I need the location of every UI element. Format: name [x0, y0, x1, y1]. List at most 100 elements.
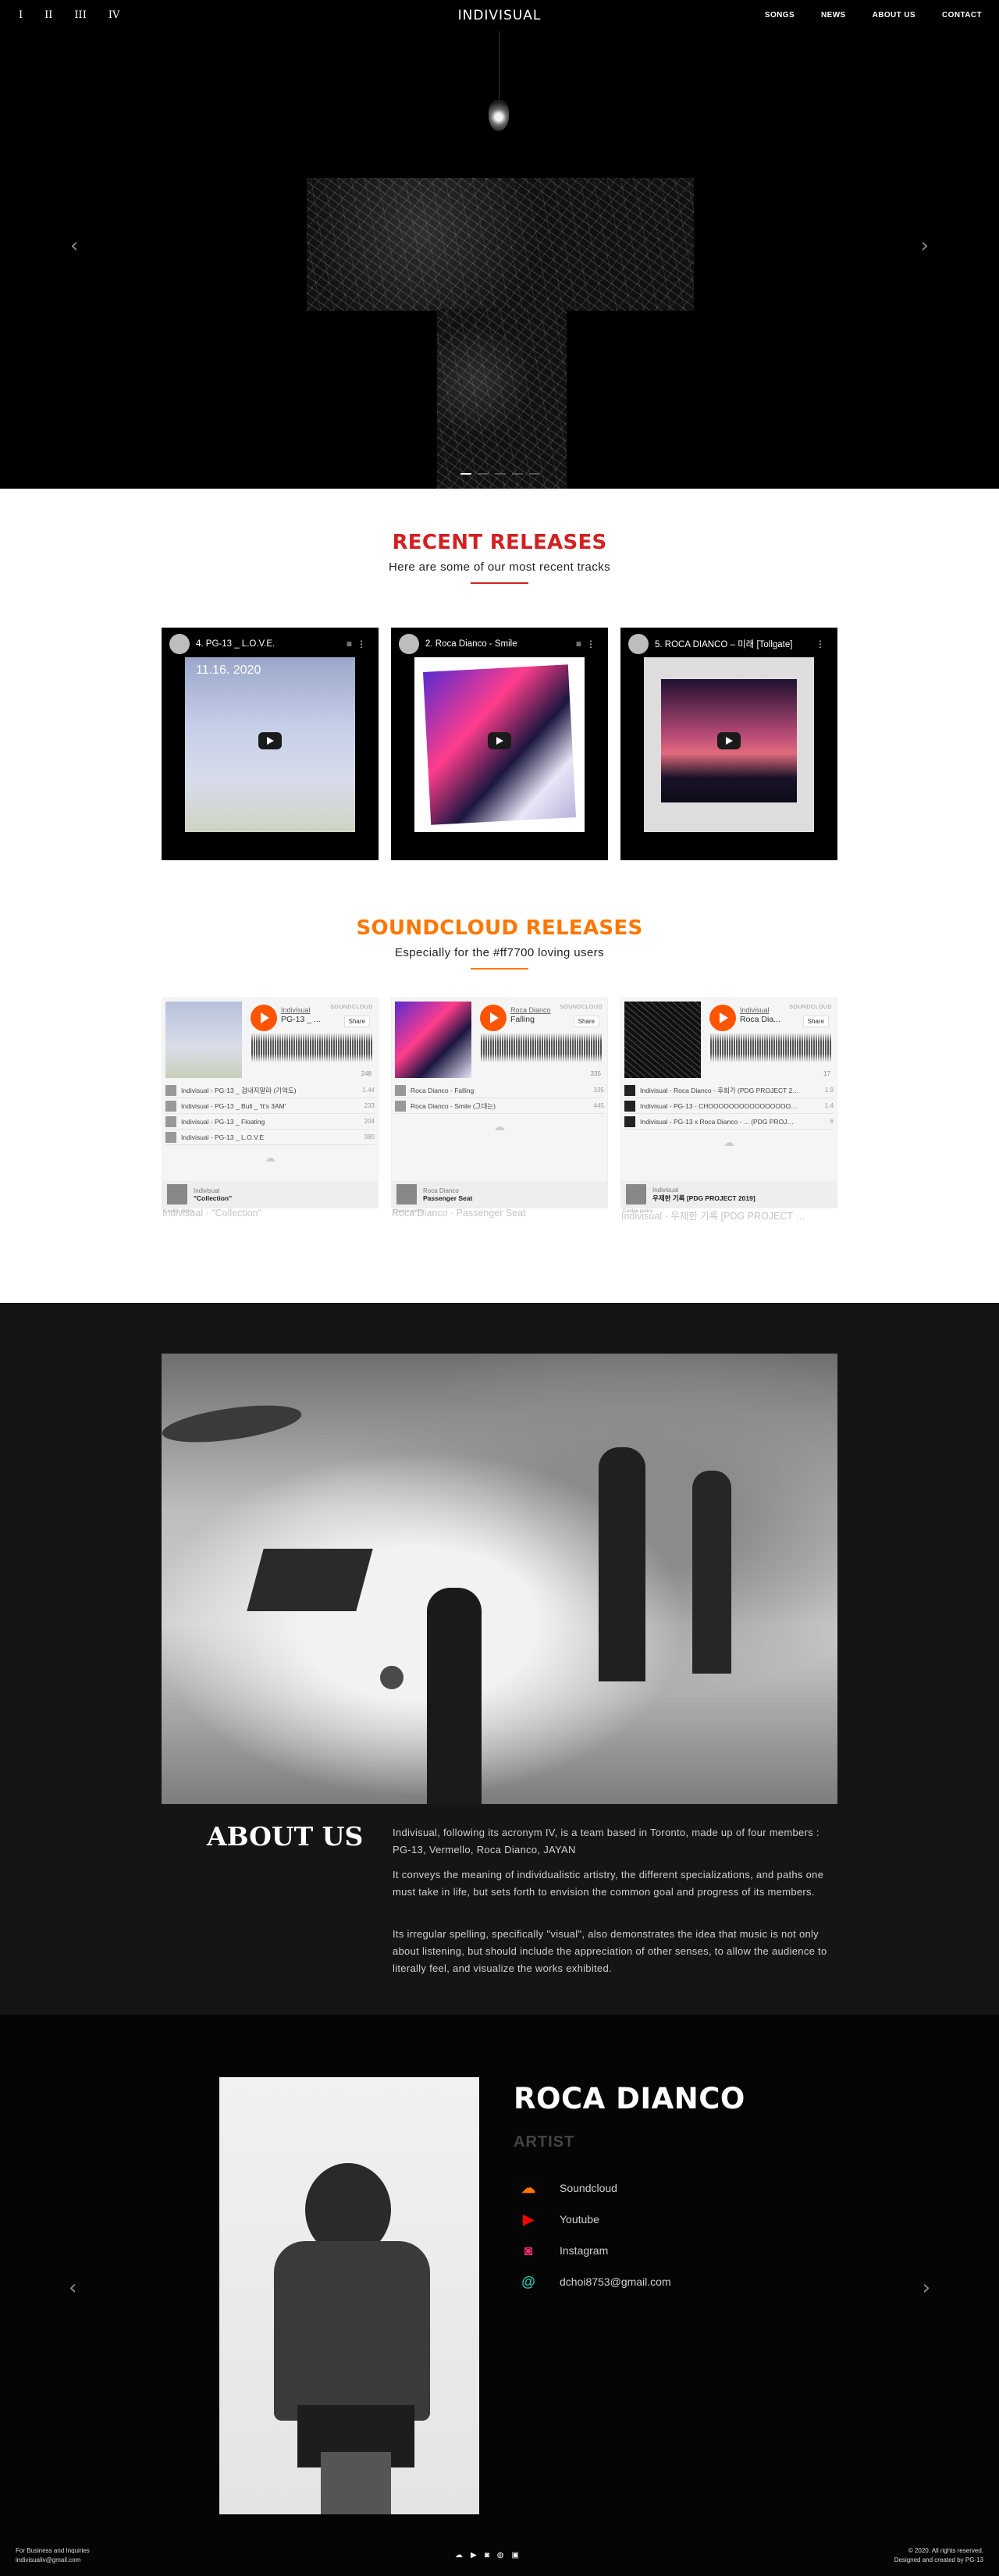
artist-section: ‹ › ROCA DIANCO ARTIST ☁ Soundcloud ▶ Yo…	[0, 2015, 999, 2576]
sc-footer: Indivisual 우제한 기록 [PDG PROJECT 2019]	[621, 1181, 837, 1208]
sc-track-title[interactable]: Roca Dia...	[740, 1015, 796, 1024]
sc-track-title[interactable]: PG-13 _ ...	[281, 1015, 337, 1024]
slider-dot[interactable]	[495, 473, 506, 475]
list-item[interactable]: Indivisual - PG-13 _ Bull _ 'It's 3AM' 23…	[165, 1098, 375, 1114]
track-list: Roca Dianco - Falling 335 Roca Dianco - S…	[395, 1083, 604, 1114]
list-item[interactable]: Indivisual - PG-13 - CHOOOOOOOOOOOOOOOOO…	[624, 1098, 834, 1114]
channel-avatar[interactable]	[399, 634, 419, 654]
globe-icon[interactable]: ◍	[497, 2551, 504, 2560]
footer-album[interactable]: Passenger Seat	[423, 1194, 472, 1202]
waveform[interactable]	[251, 1033, 373, 1062]
waveform[interactable]	[481, 1033, 603, 1062]
channel-avatar[interactable]	[628, 634, 649, 654]
artist-name: ROCA DIANCO	[514, 2082, 745, 2115]
sc-artist[interactable]: Indivisual	[281, 1006, 311, 1014]
youtube-icon: ▶	[523, 2211, 534, 2227]
link-label: Soundcloud	[560, 2182, 617, 2194]
playlist-menu-icon[interactable]: ≡⋮	[347, 639, 371, 649]
channel-avatar[interactable]	[169, 634, 190, 654]
nav-contact[interactable]: CONTACT	[942, 11, 982, 20]
credits-text: Designed and created by PG-13	[894, 2556, 983, 2564]
instagram-icon[interactable]: ◙	[485, 2551, 489, 2560]
footer-artist[interactable]: Indivisual	[652, 1187, 755, 1194]
play-button-icon[interactable]	[258, 732, 282, 749]
cloud-icon: ☁	[265, 1151, 276, 1164]
footer-album[interactable]: 우제한 기록 [PDG PROJECT 2019]	[652, 1194, 755, 1203]
studio-photo	[162, 1354, 837, 1804]
soundcloud-icon[interactable]: ☁	[455, 2551, 463, 2560]
soundcloud-player[interactable]: Indivisual Roca Dia... SOUNDCLOUD Share …	[620, 998, 837, 1222]
youtube-video-card[interactable]: 2. Roca Dianco - Smile ≡⋮	[391, 628, 608, 860]
playlist-menu-icon[interactable]: ≡⋮	[576, 639, 600, 649]
recent-divider	[471, 582, 528, 584]
youtube-video-card[interactable]: 5. ROCA DIANCO – 미래 [Tollgate] ⋮	[620, 628, 837, 860]
soundcloud-play-icon[interactable]	[709, 1005, 736, 1031]
list-item[interactable]: Roca Dianco - Smile (그대는) 445	[395, 1098, 604, 1114]
soundcloud-embeds: Indivisual PG-13 _ ... SOUNDCLOUD Share …	[162, 998, 837, 1222]
list-item[interactable]: Roca Dianco - Falling 335	[395, 1083, 604, 1098]
soundcloud-logo-icon[interactable]: SOUNDCLOUD	[330, 1005, 373, 1010]
soundcloud-logo-icon[interactable]: SOUNDCLOUD	[789, 1005, 832, 1010]
person-silhouette	[427, 1588, 482, 1804]
menu-icon[interactable]: ⋮	[816, 639, 830, 649]
list-item[interactable]: Indivisual - Roca Dianco - 후회가 (PDG PROJ…	[624, 1083, 834, 1098]
light-bulb-icon	[489, 100, 509, 131]
share-button[interactable]: Share	[343, 1016, 370, 1027]
about-paragraph-1: Indivisual, following its acronym IV, is…	[393, 1827, 819, 1856]
sc-footer: Indivisual "Collection"	[162, 1181, 378, 1208]
player-caption[interactable]: Indivisual · 우제한 기록 [PDG PROJECT …	[621, 1208, 838, 1222]
link-label: Youtube	[560, 2213, 599, 2226]
youtube-video-card[interactable]: 11.16. 2020 4. PG-13 _ L.O.V.E. ≡⋮	[162, 628, 379, 860]
list-item[interactable]: Indivisual - PG-13 x Roca Dianco - ... (…	[624, 1114, 834, 1130]
sc-artist[interactable]: Indivisual	[740, 1006, 770, 1014]
share-button[interactable]: Share	[573, 1016, 599, 1027]
footer-thumbnail	[167, 1184, 187, 1204]
umbrella-shape	[162, 1398, 304, 1450]
youtube-icon[interactable]: ▶	[471, 2551, 477, 2560]
nav-about-us[interactable]: ABOUT US	[873, 11, 915, 20]
soundcloud-play-icon[interactable]	[480, 1005, 507, 1031]
video-title[interactable]: 5. ROCA DIANCO – 미래 [Tollgate]	[655, 638, 809, 650]
footer-artist[interactable]: Indivisual	[194, 1187, 232, 1194]
soundcloud-link[interactable]: ☁ Soundcloud	[519, 2172, 671, 2204]
waveform[interactable]	[710, 1033, 832, 1062]
nav-news[interactable]: NEWS	[821, 11, 846, 20]
list-item[interactable]: Indivisual - PG-13 _ Floating 204	[165, 1114, 375, 1130]
footer-copyright: © 2020. All rights reserved. Designed an…	[894, 2546, 983, 2565]
share-button[interactable]: Share	[802, 1016, 829, 1027]
soundcloud-logo-icon[interactable]: SOUNDCLOUD	[560, 1005, 603, 1010]
player-caption[interactable]: Indivisual · "Collection"	[162, 1208, 379, 1219]
slider-dot[interactable]	[529, 473, 540, 475]
list-item[interactable]: Indivisual - PG-13 _ L.O.V.E 380	[165, 1130, 375, 1145]
ball-shape	[380, 1666, 404, 1689]
footer-email[interactable]: indivisualiv@gmail.com	[16, 2556, 90, 2565]
play-button-icon[interactable]	[717, 732, 741, 749]
soundcloud-play-icon[interactable]	[251, 1005, 277, 1031]
video-title[interactable]: 4. PG-13 _ L.O.V.E.	[196, 639, 340, 649]
slider-dot[interactable]	[478, 473, 489, 475]
nav-songs[interactable]: SONGS	[765, 11, 795, 20]
youtube-link[interactable]: ▶ Youtube	[519, 2204, 671, 2235]
sc-track-title[interactable]: Falling	[510, 1015, 567, 1024]
sc-artist[interactable]: Roca Dianco	[510, 1006, 551, 1014]
releases-section: RECENT RELEASES Here are some of our mos…	[0, 489, 999, 1303]
linkedin-icon[interactable]: ▣	[511, 2551, 518, 2560]
play-button-icon[interactable]	[488, 732, 511, 749]
artist-next-arrow-icon[interactable]: ›	[923, 2276, 930, 2300]
instagram-link[interactable]: ◙ Instagram	[519, 2235, 671, 2266]
hero-artwork-vertical	[437, 309, 567, 489]
player-caption[interactable]: Roca Dianco · Passenger Seat	[392, 1208, 609, 1219]
hero-next-arrow-icon[interactable]: ›	[921, 234, 929, 258]
footer-artist[interactable]: Roca Dianco	[423, 1187, 472, 1194]
slider-dot[interactable]	[460, 473, 471, 475]
list-item[interactable]: Indivisual - PG-13 _ 겁내지말라 (기억도) 1.44	[165, 1083, 375, 1098]
soundcloud-player[interactable]: Roca Dianco Falling SOUNDCLOUD Share 335…	[391, 998, 608, 1219]
artist-links: ☁ Soundcloud ▶ Youtube ◙ Instagram @ dch…	[519, 2172, 671, 2297]
email-link[interactable]: @ dchoi8753@gmail.com	[519, 2266, 670, 2297]
footer-album[interactable]: "Collection"	[194, 1194, 232, 1202]
slider-dot[interactable]	[512, 473, 523, 475]
soundcloud-player[interactable]: Indivisual PG-13 _ ... SOUNDCLOUD Share …	[162, 998, 379, 1219]
video-title[interactable]: 2. Roca Dianco - Smile	[425, 639, 570, 649]
artist-prev-arrow-icon[interactable]: ‹	[69, 2276, 76, 2300]
hero-prev-arrow-icon[interactable]: ‹	[70, 234, 78, 258]
